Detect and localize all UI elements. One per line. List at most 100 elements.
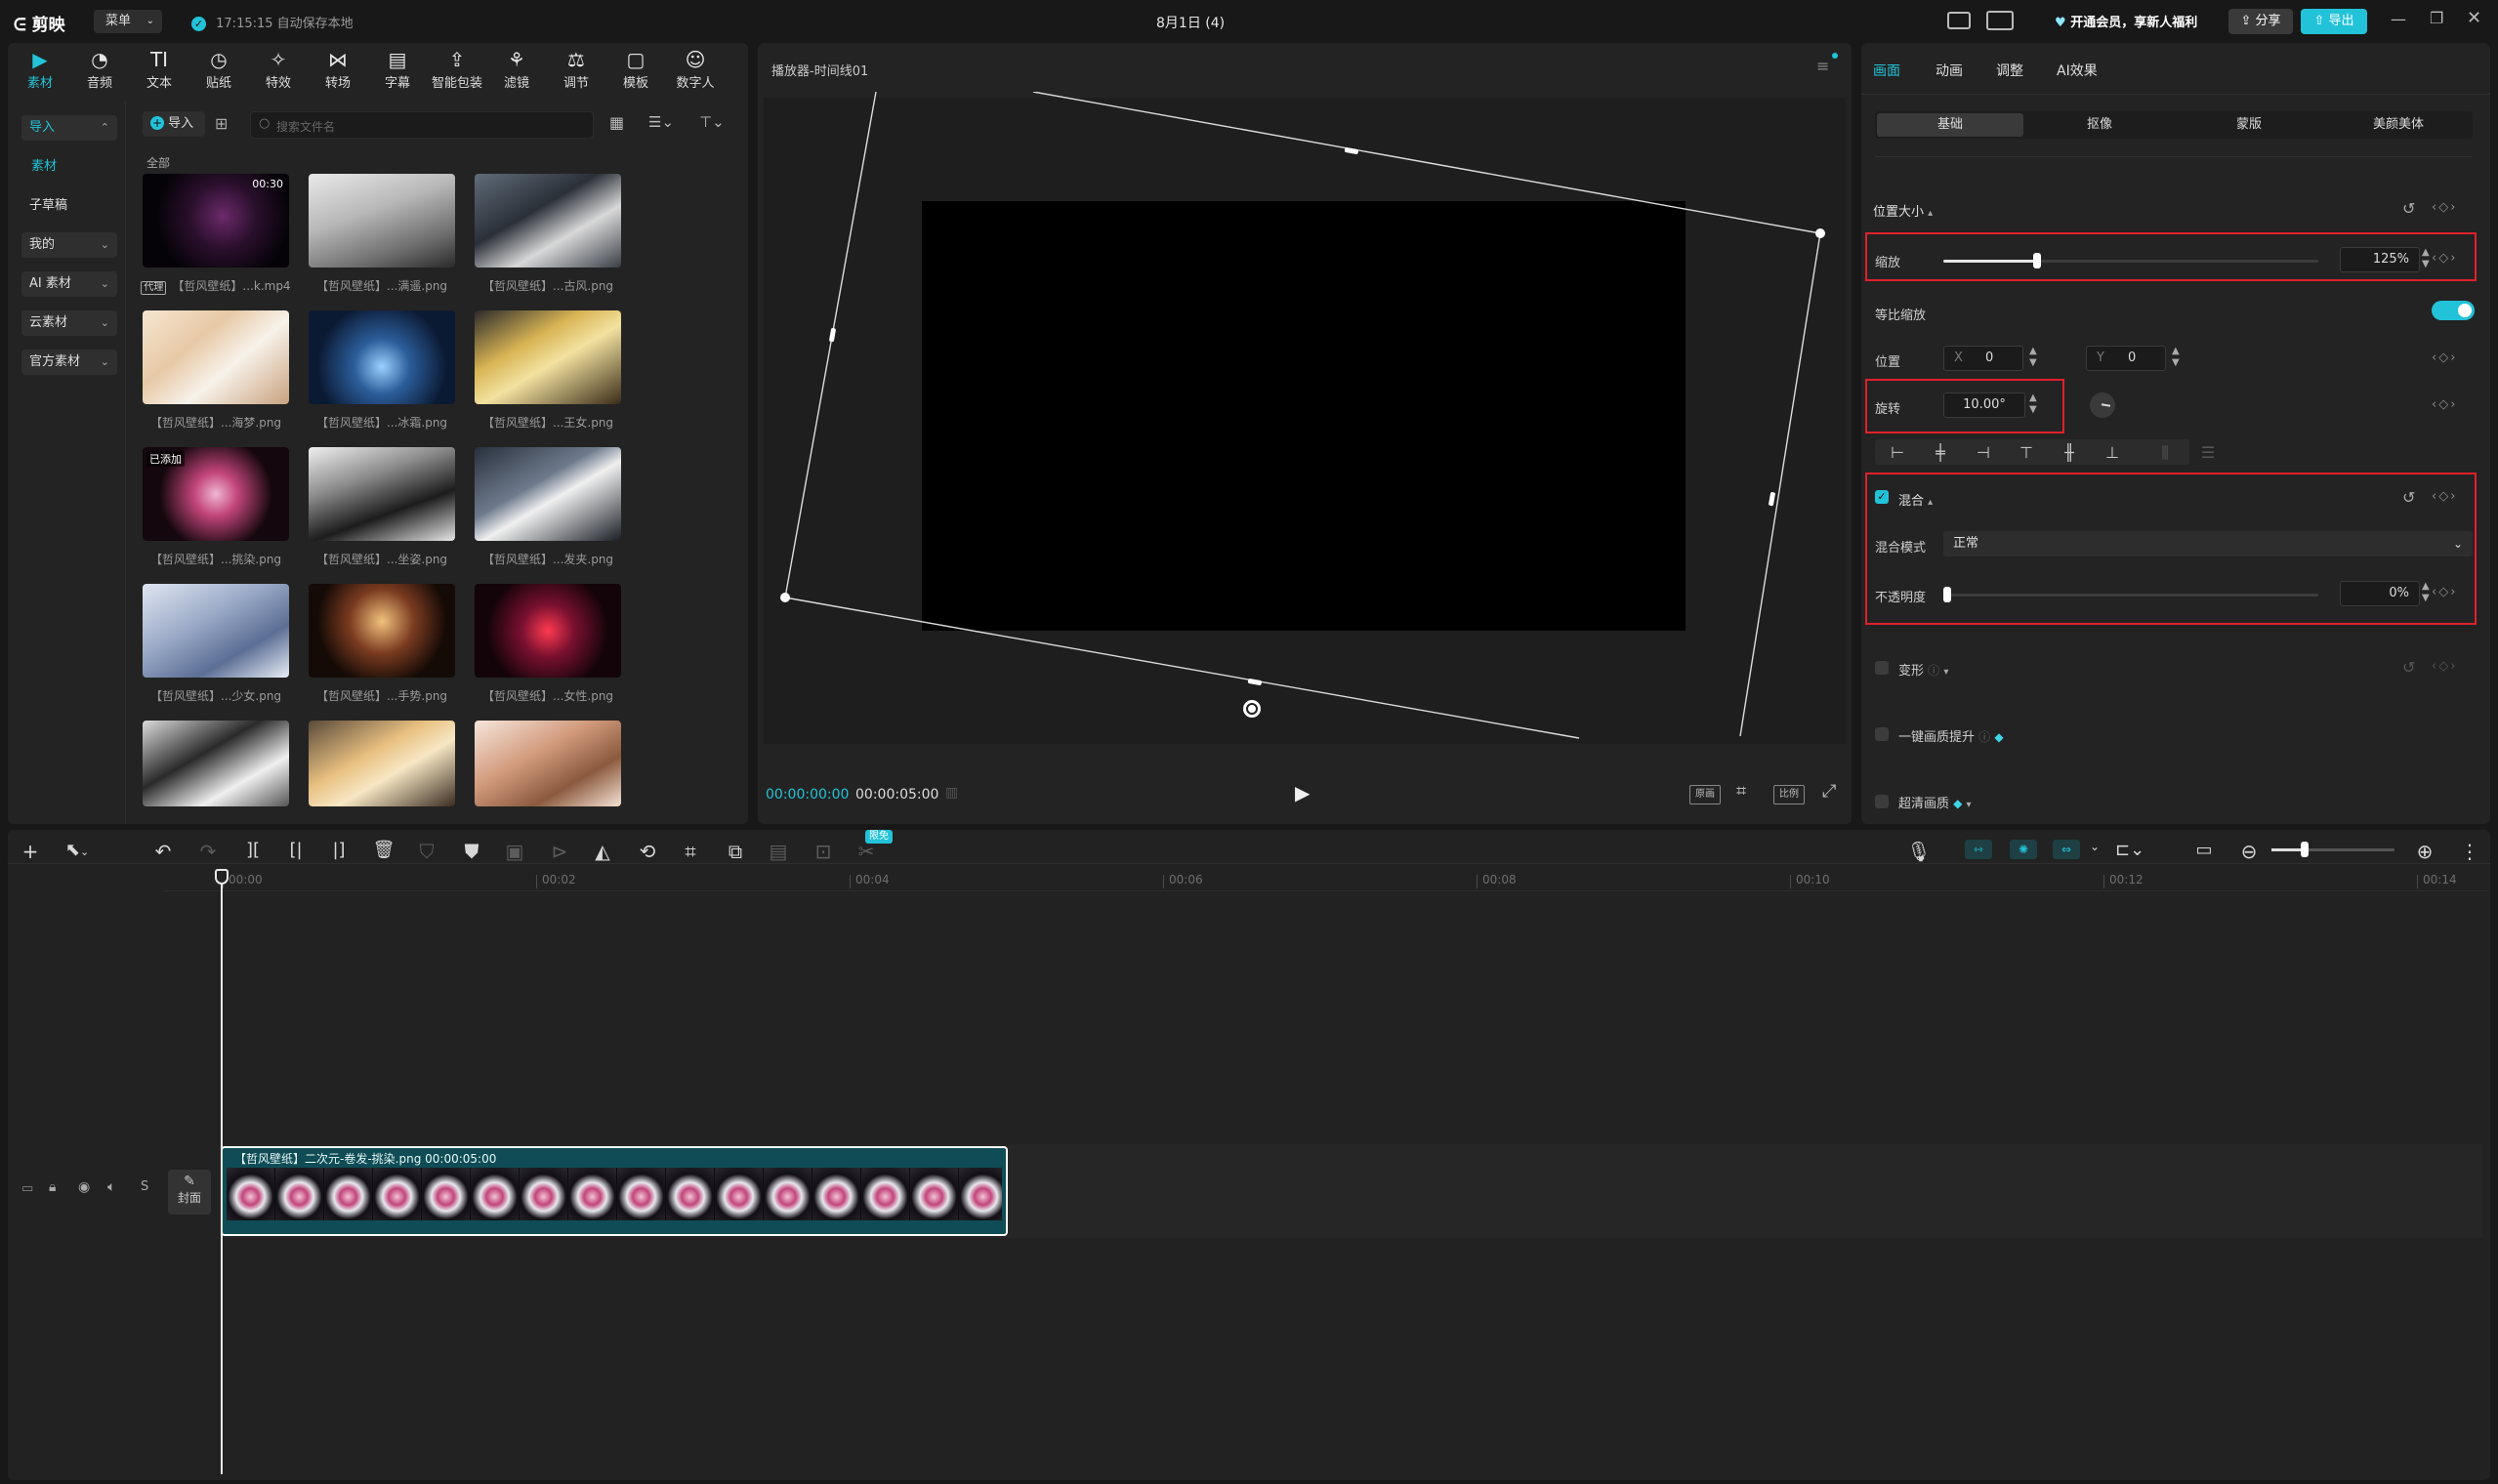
edge-handle-top[interactable] [1344,147,1359,154]
restore-icon[interactable]: ❐ [2430,9,2443,27]
position-y-field[interactable]: Y 0 [2086,346,2166,371]
position-x-field[interactable]: X 0 [1943,346,2023,371]
fit-icon[interactable]: ⧉ [723,840,748,863]
tab-audio[interactable]: ◔ 音频 [71,49,128,92]
corner-handle-top-right[interactable] [1815,228,1825,238]
rotate-dial-icon[interactable] [2090,392,2115,418]
sidebar-official[interactable]: 官方素材 ⌄ [21,350,117,375]
position-x-stepper-icon[interactable]: ▲ ▼ [2029,346,2037,369]
add-track-icon[interactable]: + [18,840,43,863]
keyframe-nav-icon[interactable]: ‹◇› [2432,397,2457,412]
minimize-icon[interactable]: — [2391,10,2406,28]
section-position-title[interactable]: 位置大小 ▴ [1873,201,1933,220]
vip-promo-button[interactable]: ♥ 开通会员，享新人福利 [2055,12,2197,30]
section-enhance-title[interactable]: 一键画质提升 ⓘ ◆ [1898,726,2004,745]
deform-checkbox[interactable] [1875,661,1889,675]
timecode-grid-icon[interactable]: ▥ [945,785,958,801]
playhead[interactable] [221,869,223,1474]
inspector-tab[interactable]: 画面 [1873,61,1900,80]
main-track-magnet-icon[interactable]: ⇿ [1965,840,1992,859]
solo-icon[interactable]: S [141,1179,148,1194]
linkage-icon[interactable]: ⇔ [2053,840,2080,859]
section-superres-title[interactable]: 超清画质 ◆ ▾ [1898,793,1972,811]
align-center-h-icon[interactable]: ╪ [1926,441,1955,465]
sidebar-sub-draft[interactable]: 子草稿 [21,193,117,219]
inspector-subtab[interactable]: 蒙版 [2176,113,2322,137]
picture-icon[interactable]: ▤ [766,840,791,863]
close-icon[interactable]: ✕ [2467,8,2481,28]
play-icon[interactable]: ▶ [1295,781,1310,804]
preview-axis-icon[interactable]: ⊏⌄ [2115,840,2144,860]
tab-sticker[interactable]: ◷ 贴纸 [190,49,247,92]
media-thumbnail[interactable] [475,447,621,541]
frame-icon[interactable]: ▣ [502,840,527,863]
opacity-value-field[interactable]: 0% [2340,581,2420,606]
grid-view-icon[interactable]: ⊞ [215,114,228,133]
split-left-icon[interactable]: [| [283,840,309,860]
tab-smart-pack[interactable]: ⇪ 智能包装 [429,49,485,92]
tab-effects[interactable]: ✧ 特效 [250,49,307,92]
scale-slider[interactable] [1943,253,2318,268]
corner-handle-bottom-left[interactable] [780,593,790,602]
delete-icon[interactable]: 🗑 [371,840,396,860]
sidebar-mine[interactable]: 我的 ⌄ [21,232,117,258]
screenshot-icon[interactable]: ⌗ [1736,781,1746,802]
keyframe-nav-icon[interactable]: ‹◇› [2432,350,2457,365]
keyframe-nav-icon[interactable]: ‹◇› [2432,251,2457,266]
undo-icon[interactable]: ↶ [150,840,176,863]
distribute-h-icon[interactable]: ⫼ [2150,441,2180,465]
proxy-button[interactable]: 原画 [1689,785,1721,804]
enhance-checkbox[interactable] [1875,727,1889,741]
export-button[interactable]: ⇧ 导出 [2301,9,2367,34]
import-button[interactable]: + 导入 [143,111,205,137]
keyframe-nav-icon[interactable]: ‹◇› [2432,585,2457,599]
media-thumbnail[interactable] [475,174,621,268]
player-menu-icon[interactable]: ≡ [1816,57,1829,75]
redo-icon[interactable]: ↷ [195,840,221,863]
media-thumbnail[interactable] [475,721,621,806]
filter-icon[interactable]: ⊤⌄ [699,113,725,131]
opacity-slider-thumb[interactable] [1943,587,1951,602]
superres-checkbox[interactable] [1875,795,1889,808]
mirror-icon[interactable]: ◭ [590,840,615,863]
freeze-icon[interactable]: ⛉ [414,840,439,863]
ratio-button[interactable]: 比例 [1773,785,1805,804]
track-collapse-icon[interactable]: ▭ [21,1181,33,1196]
timeline-clip[interactable]: 【哲风壁纸】二次元-卷发-挑染.png 00:00:05:00 [221,1146,1008,1236]
keyframe-nav-icon[interactable]: ‹◇› [2432,200,2457,215]
marker-icon[interactable]: ⛊ [459,840,484,863]
split-right-icon[interactable]: |] [326,840,352,860]
split-icon[interactable]: ][ [240,840,266,860]
auto-snap-icon[interactable]: ✺ [2010,840,2037,859]
tab-adjust[interactable]: ⚖ 调节 [548,49,604,92]
reverse-icon[interactable]: ⊳ [547,840,572,863]
align-right-icon[interactable]: ⊣ [1969,441,1998,465]
tab-template[interactable]: ▢ 模板 [607,49,664,92]
crop-icon[interactable]: ⌗ [678,840,703,863]
edge-handle-right[interactable] [1769,492,1775,507]
rotate-stepper-icon[interactable]: ▲ ▼ [2029,392,2037,416]
timeline-preview-icon[interactable]: ▭ [2191,840,2217,860]
lock-icon[interactable]: 🔒︎ [49,1179,56,1195]
tab-subtitle[interactable]: ▤ 字幕 [369,49,426,92]
cover-button[interactable]: ✎ 封面 [168,1170,211,1215]
rotate-value-field[interactable]: 10.00° [1943,392,2025,418]
sidebar-cloud[interactable]: 云素材 ⌄ [21,310,117,336]
layout-icon[interactable] [1986,11,2014,30]
shortcut-keyboard-icon[interactable] [1947,12,1971,29]
tab-avatar[interactable]: ☺ 数字人 [667,49,724,92]
scale-slider-thumb[interactable] [2033,253,2041,268]
zoom-slider-thumb[interactable] [2301,842,2309,857]
blend-mode-select[interactable]: 正常 ⌄ [1943,531,2473,556]
volume-icon[interactable]: 🔈︎ [107,1179,115,1195]
scale-stepper-icon[interactable]: ▲ ▼ [2422,247,2430,270]
transform-overlay[interactable] [764,92,1846,746]
compare-icon[interactable]: ⊡ [811,840,836,863]
media-thumbnail[interactable] [143,310,289,404]
zoom-out-icon[interactable]: ⊖ [2236,840,2262,863]
inspector-tab[interactable]: AI效果 [2057,61,2098,80]
zoom-in-icon[interactable]: ⊕ [2412,840,2437,863]
rotate-icon[interactable]: ⟲ [635,840,660,863]
media-thumbnail[interactable]: 00:30 [143,174,289,268]
uniform-scale-toggle[interactable] [2432,301,2475,320]
